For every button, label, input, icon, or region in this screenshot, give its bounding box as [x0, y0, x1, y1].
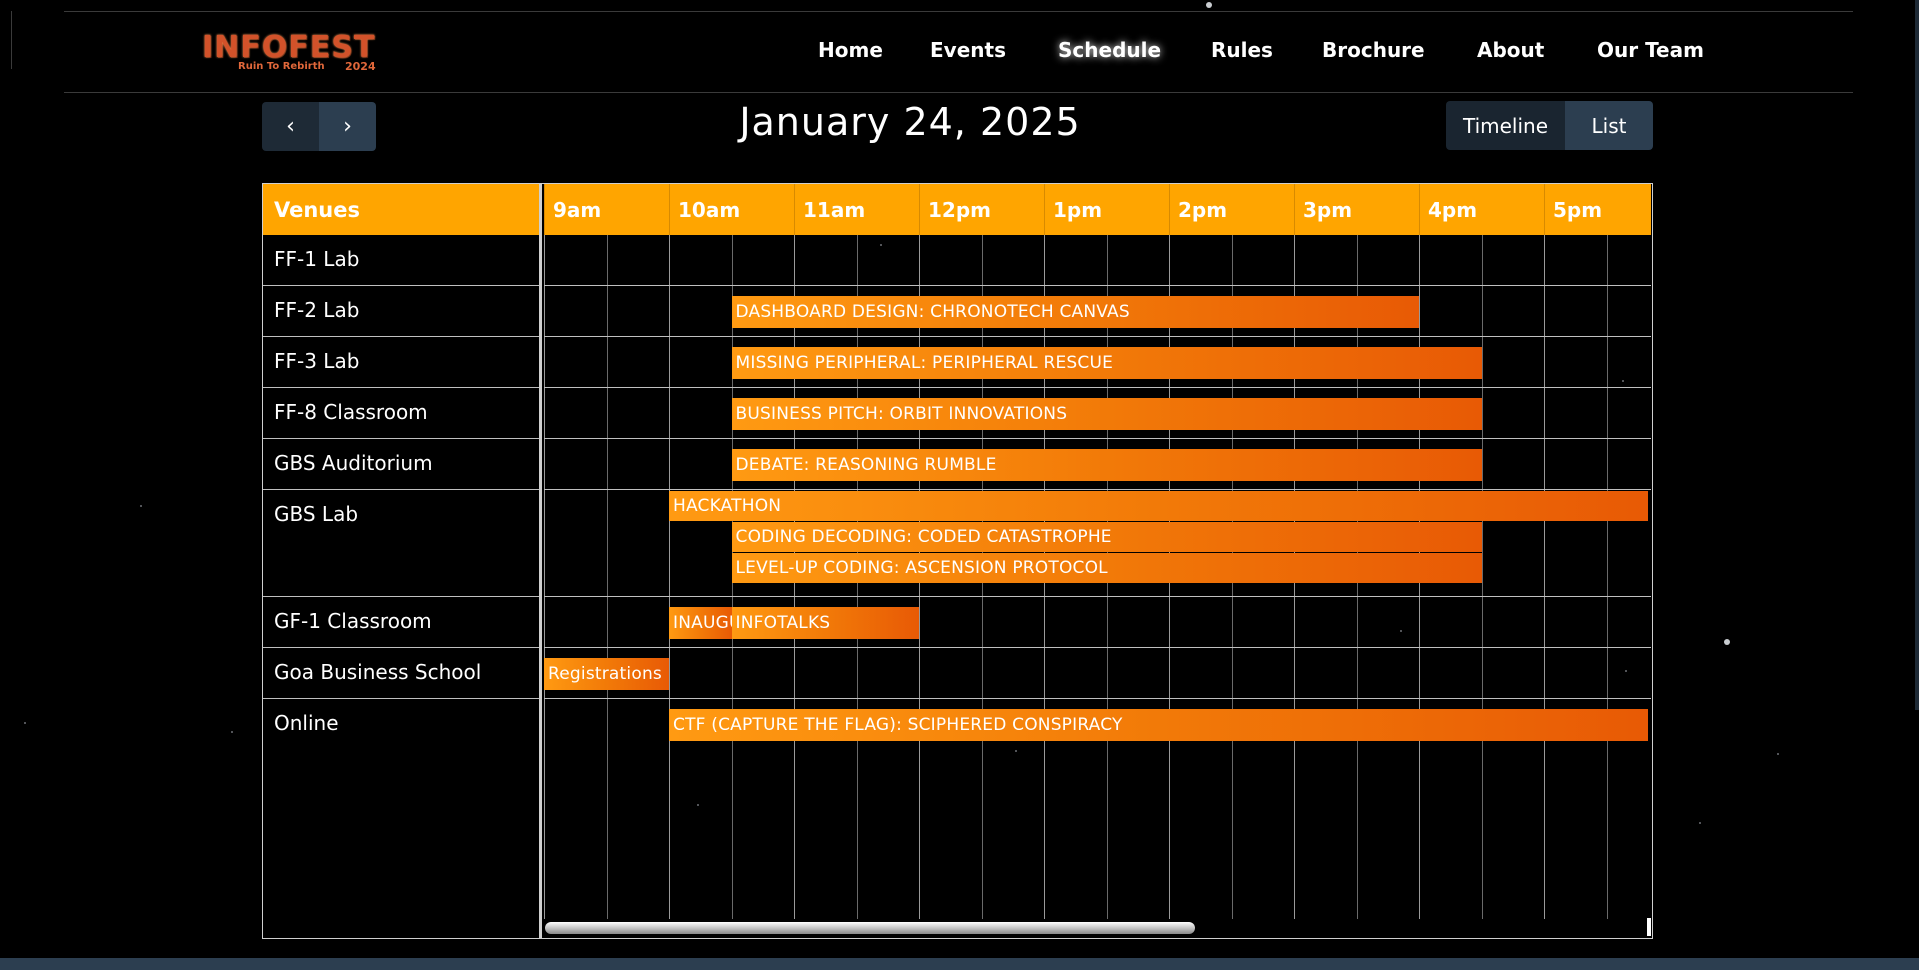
- nav-schedule[interactable]: Schedule: [1058, 38, 1161, 62]
- time-header: 9am 10am 11am 12pm 1pm 2pm 3pm 4pm 5pm: [544, 184, 1651, 235]
- event-block[interactable]: CTF (CAPTURE THE FLAG): SCIPHERED CONSPI…: [669, 709, 1649, 741]
- hour-label: 1pm: [1044, 184, 1169, 235]
- event-block[interactable]: INAUGURATION: [669, 607, 732, 639]
- star: [1777, 753, 1779, 755]
- hour-label: 12pm: [919, 184, 1044, 235]
- star: [1724, 639, 1730, 645]
- event-block[interactable]: DASHBOARD DESIGN: CHRONOTECH CANVAS: [731, 296, 1419, 328]
- event-block[interactable]: BUSINESS PITCH: ORBIT INNOVATIONS: [731, 398, 1482, 430]
- grid-line: [544, 235, 545, 919]
- event-block[interactable]: CODING DECODING: CODED CATASTROPHE: [731, 522, 1482, 552]
- row-divider: [544, 285, 1651, 286]
- venue-row: FF-8 Classroom: [263, 388, 539, 439]
- hour-label: 10am: [669, 184, 794, 235]
- event-block[interactable]: Registrations: [544, 658, 669, 690]
- hour-label: 5pm: [1544, 184, 1669, 235]
- grid-line: [1481, 235, 1483, 919]
- row-divider: [544, 438, 1651, 439]
- hour-label: 3pm: [1294, 184, 1419, 235]
- star: [24, 722, 26, 724]
- nav-events[interactable]: Events: [930, 38, 1006, 62]
- grid-line: [606, 235, 608, 919]
- logo-tagline: Ruin To Rebirth: [238, 61, 325, 72]
- star: [140, 505, 142, 507]
- row-divider: [544, 387, 1651, 388]
- nav-brochure[interactable]: Brochure: [1322, 38, 1425, 62]
- chevron-left-icon: ‹: [286, 114, 295, 139]
- hour-label: 4pm: [1419, 184, 1544, 235]
- infofest-logo[interactable]: INFOFEST Ruin To Rebirth 2024: [202, 30, 392, 78]
- row-divider: [544, 489, 1651, 490]
- grid-line: [669, 235, 670, 919]
- venue-row: GBS Auditorium: [263, 439, 539, 490]
- nav-rules[interactable]: Rules: [1211, 38, 1273, 62]
- venue-row: GBS Lab: [263, 490, 539, 597]
- star: [1206, 2, 1212, 8]
- date-nav: ‹ ›: [262, 102, 376, 151]
- row-divider: [544, 336, 1651, 337]
- row-divider: [544, 698, 1651, 699]
- venue-row: Online: [274, 711, 339, 735]
- venues-header: Venues: [263, 184, 539, 235]
- scrollbar-end: [1647, 918, 1651, 936]
- venue-column: Venues FF-1 Lab FF-2 Lab FF-3 Lab FF-8 Clas…: [263, 184, 542, 938]
- venue-row: FF-3 Lab: [263, 337, 539, 388]
- nav-our-team[interactable]: Our Team: [1597, 38, 1704, 62]
- chevron-right-icon: ›: [343, 114, 352, 139]
- next-day-button[interactable]: ›: [319, 102, 376, 151]
- schedule-timeline: Venues FF-1 Lab FF-2 Lab FF-3 Lab FF-8 Clas…: [262, 183, 1653, 939]
- grid-line: [1544, 235, 1545, 919]
- hour-label: 11am: [794, 184, 919, 235]
- hour-label: 9am: [544, 184, 669, 235]
- logo-year: 2024: [345, 60, 376, 73]
- event-block[interactable]: LEVEL-UP CODING: ASCENSION PROTOCOL: [731, 553, 1482, 583]
- schedule-date-title: January 24, 2025: [739, 100, 1081, 144]
- view-toggle: Timeline List: [1446, 101, 1653, 150]
- prev-day-button[interactable]: ‹: [262, 102, 319, 151]
- header-edge: [11, 11, 12, 69]
- venue-row: FF-1 Lab: [263, 235, 539, 286]
- event-block[interactable]: INFOTALKS: [731, 607, 919, 639]
- event-block[interactable]: DEBATE: REASONING RUMBLE: [731, 449, 1482, 481]
- venue-row: GF-1 Classroom: [263, 597, 539, 648]
- row-divider: [544, 647, 1651, 648]
- nav-about[interactable]: About: [1477, 38, 1544, 62]
- star: [1699, 822, 1701, 824]
- row-divider: [544, 596, 1651, 597]
- hour-label: 2pm: [1169, 184, 1294, 235]
- horizontal-scrollbar-thumb[interactable]: [545, 922, 1195, 934]
- star: [231, 731, 233, 733]
- venue-row: Goa Business School: [263, 648, 539, 699]
- list-view-button[interactable]: List: [1565, 101, 1653, 150]
- nav-home[interactable]: Home: [818, 38, 883, 62]
- bottom-bar: [0, 958, 1919, 970]
- event-block[interactable]: HACKATHON: [669, 491, 1649, 521]
- grid-line: [1606, 235, 1608, 919]
- event-block[interactable]: MISSING PERIPHERAL: PERIPHERAL RESCUE: [731, 347, 1482, 379]
- venue-row: FF-2 Lab: [263, 286, 539, 337]
- page-scrollbar[interactable]: [1915, 0, 1919, 710]
- timeline-view-button[interactable]: Timeline: [1446, 101, 1565, 150]
